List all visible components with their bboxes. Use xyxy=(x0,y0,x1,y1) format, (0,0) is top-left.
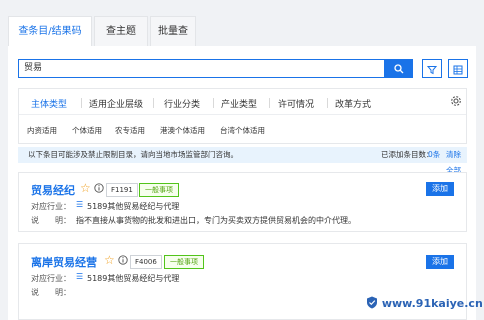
grid-view-button[interactable] xyxy=(448,59,468,78)
star-icon[interactable]: ☆ xyxy=(104,253,115,267)
add-button[interactable]: 添加 xyxy=(426,182,454,196)
item-type-badge: 一般事项 xyxy=(164,255,204,269)
divider xyxy=(213,98,214,108)
count-label: 已添加条目数： xyxy=(381,150,434,159)
divider xyxy=(19,114,466,115)
item-title[interactable]: 贸易经纪 xyxy=(31,182,75,198)
filter-tab-reform[interactable]: 改革方式 xyxy=(335,97,371,110)
filter-tab-license[interactable]: 许可情况 xyxy=(278,97,314,110)
watermark: www.91kaiye.cn xyxy=(366,296,483,310)
option-hk-macau[interactable]: 港澳个体适用 xyxy=(160,125,205,136)
description-value: 指不直接从事货物的批发和进出口，专门为买卖双方提供贸易机会的中介代理。 xyxy=(76,216,356,225)
option-domestic[interactable]: 内资适用 xyxy=(27,125,57,136)
search-button[interactable] xyxy=(385,59,413,78)
filter-panel: 主体类型 适用企业层级 行业分类 产业类型 许可情况 改革方式 内资适用 个体适… xyxy=(18,88,467,144)
notice-bar: 以下条目可能涉及禁止限制目录，请向当地市场监管部门咨询。 已添加条目数： 0条 … xyxy=(18,147,467,175)
filter-tab-enterprise-level[interactable]: 适用企业层级 xyxy=(89,97,143,110)
tab-item-code[interactable]: 查条目/结果码 xyxy=(8,16,92,46)
notice-text: 以下条目可能涉及禁止限制目录，请向当地市场监管部门咨询。 xyxy=(28,150,238,159)
option-taiwan[interactable]: 台湾个体适用 xyxy=(220,125,265,136)
search-input[interactable]: 贸易 xyxy=(18,59,385,78)
filter-tab-industry[interactable]: 行业分类 xyxy=(164,97,200,110)
watermark-text: www.91kaiye.cn xyxy=(381,297,483,310)
industry-label: 对应行业： xyxy=(31,202,71,211)
industry-value: 5189其他贸易经纪与代理 xyxy=(87,274,180,283)
divider xyxy=(269,98,270,108)
info-icon[interactable] xyxy=(94,183,104,193)
divider xyxy=(327,98,328,108)
tab-bar: 查条目/结果码 查主题 批量查 xyxy=(0,0,484,46)
list-icon: ☰ xyxy=(76,200,84,209)
funnel-icon xyxy=(426,66,438,75)
industry-label: 对应行业： xyxy=(31,274,71,283)
filter-button[interactable] xyxy=(422,59,442,78)
description-label: 说 明： xyxy=(31,216,71,225)
option-farmer-coop[interactable]: 农专适用 xyxy=(115,125,145,136)
option-individual[interactable]: 个体适用 xyxy=(72,125,102,136)
search-icon xyxy=(394,64,404,74)
grid-icon xyxy=(453,65,463,75)
item-code: F4006 xyxy=(130,255,162,269)
shield-icon xyxy=(367,296,377,309)
divider xyxy=(153,98,154,108)
industry-value: 5189其他贸易经纪与代理 xyxy=(87,202,180,211)
info-icon[interactable] xyxy=(118,255,128,265)
item-title[interactable]: 离岸贸易经营 xyxy=(31,254,97,270)
gear-icon[interactable] xyxy=(450,95,462,107)
tab-batch[interactable]: 批量查 xyxy=(150,16,196,46)
tab-topic[interactable]: 查主题 xyxy=(94,16,148,46)
item-code: F1191 xyxy=(106,183,138,197)
description-label: 说 明： xyxy=(31,288,71,297)
result-card: 贸易经纪 ☆ F1191 一般事项 添加 对应行业： ☰ 5189其他贸易经纪与… xyxy=(18,172,467,232)
star-icon[interactable]: ☆ xyxy=(80,181,91,195)
list-icon: ☰ xyxy=(76,272,84,281)
add-button[interactable]: 添加 xyxy=(426,255,454,269)
item-type-badge: 一般事项 xyxy=(139,183,179,197)
count-value: 0条 xyxy=(428,150,441,159)
filter-tab-industry-type[interactable]: 产业类型 xyxy=(221,97,257,110)
divider xyxy=(81,98,82,108)
filter-tab-subject-type[interactable]: 主体类型 xyxy=(31,97,67,110)
